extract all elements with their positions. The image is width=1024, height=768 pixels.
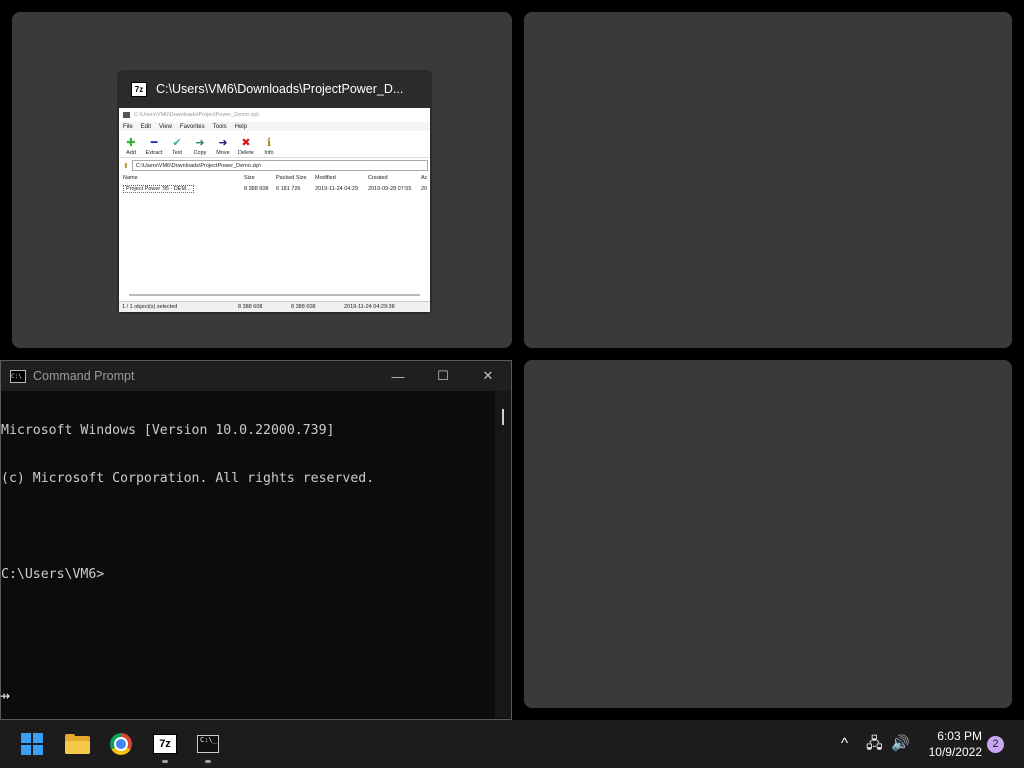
- volume-icon[interactable]: 🔊: [891, 734, 910, 754]
- 7zip-small-icon: [123, 112, 130, 118]
- cmd-vertical-scrollbar[interactable]: [495, 391, 511, 718]
- notification-badge[interactable]: 2: [987, 736, 1004, 753]
- snap-zone-bottom-right[interactable]: [524, 360, 1012, 708]
- taskbar-command-prompt[interactable]: C:\_: [192, 728, 224, 763]
- maximize-icon: ☐: [437, 368, 449, 383]
- running-indicator: [162, 760, 168, 763]
- preview-title: C:\Users\VM6\Downloads\ProjectPower_Demo…: [119, 108, 430, 122]
- cmd-icon: C:\: [10, 369, 26, 383]
- console-output[interactable]: Microsoft Windows [Version 10.0.22000.73…: [1, 391, 495, 718]
- menu-edit: Edit: [140, 123, 152, 130]
- plus-icon: ✚: [126, 137, 136, 149]
- thumbnail-preview: C:\Users\VM6\Downloads\ProjectPower_Demo…: [119, 108, 430, 312]
- taskbar-chrome[interactable]: [105, 728, 137, 760]
- minimize-button[interactable]: —: [375, 361, 421, 391]
- minus-icon: ━: [150, 137, 158, 149]
- preview-address-bar: ⬆ C:\Users\VM6\Downloads\ProjectPower_De…: [119, 160, 430, 171]
- menu-favorites: Favorites: [179, 123, 205, 130]
- network-icon[interactable]: 🖧: [866, 734, 883, 754]
- preview-column-headers: Name Size Packed Size Modified Created A…: [123, 175, 428, 181]
- move-arrow-icon: ➜: [218, 137, 228, 149]
- windows-logo-icon: [21, 733, 43, 755]
- clock-time: 6:03 PM: [937, 729, 982, 743]
- check-icon: ✔: [172, 137, 182, 149]
- preview-horizontal-scrollbar: [129, 294, 420, 296]
- taskbar-7zip[interactable]: 7z: [149, 728, 181, 763]
- menu-tools: Tools: [212, 123, 227, 130]
- cmd-title: Command Prompt: [33, 369, 135, 383]
- preview-toolbar: ✚ Add ━ Extract ✔ Test ➜ Copy ➜ Move ✖ D…: [119, 131, 430, 158]
- 7zip-icon: 7z: [153, 734, 177, 754]
- menu-view: View: [159, 123, 172, 130]
- menu-file: File: [123, 123, 133, 130]
- close-icon: ✕: [482, 368, 494, 383]
- toolbar-copy: ➜ Copy: [193, 137, 207, 156]
- toolbar-add: ✚ Add: [126, 137, 136, 156]
- info-icon: ℹ: [266, 137, 272, 149]
- toolbar-extract: ━ Extract: [145, 137, 163, 156]
- start-button[interactable]: [16, 728, 48, 760]
- scrollbar-thumb[interactable]: [502, 409, 504, 425]
- chrome-icon: [110, 733, 132, 755]
- table-row: Project Power '95 - DEM... 8 388 608 6 1…: [119, 183, 430, 194]
- taskbar: 7z C:\_ ^ 🖧 🔊 6:03 PM 10/9/2022 2: [0, 720, 1024, 768]
- 7zip-icon: 7z: [131, 81, 147, 97]
- thumbnail-title: C:\Users\VM6\Downloads\ProjectPower_D...: [156, 82, 404, 96]
- resize-cursor-icon: ⇸: [0, 689, 11, 703]
- command-prompt-window[interactable]: C:\ Command Prompt — ☐ ✕ Microsoft Windo…: [0, 360, 512, 720]
- clock-date: 10/9/2022: [928, 745, 982, 759]
- chevron-up-icon[interactable]: ^: [841, 734, 848, 754]
- copy-arrow-icon: ➜: [195, 137, 205, 149]
- toolbar-info: ℹ Info: [264, 137, 274, 156]
- preview-menu: File Edit View Favorites Tools Help: [119, 122, 430, 131]
- console-line: Microsoft Windows [Version 10.0.22000.73…: [1, 423, 335, 438]
- delete-x-icon: ✖: [241, 137, 251, 149]
- snap-zone-top-left: 7z C:\Users\VM6\Downloads\ProjectPower_D…: [12, 12, 512, 348]
- toolbar-delete: ✖ Delete: [238, 137, 254, 156]
- folder-icon: [64, 734, 90, 754]
- maximize-button[interactable]: ☐: [420, 361, 466, 391]
- snap-zone-top-right[interactable]: [524, 12, 1012, 348]
- minimize-icon: —: [391, 368, 405, 384]
- snap-assist-thumbnail-7zip[interactable]: 7z C:\Users\VM6\Downloads\ProjectPower_D…: [117, 70, 432, 314]
- toolbar-move: ➜ Move: [216, 137, 230, 156]
- running-indicator: [205, 760, 211, 763]
- preview-status-bar: 1 / 1 object(s) selected 8 388 608 8 388…: [119, 301, 430, 312]
- taskbar-file-explorer[interactable]: [61, 728, 93, 760]
- terminal-icon: C:\_: [197, 735, 219, 753]
- console-prompt: C:\Users\VM6>: [1, 567, 105, 582]
- thumbnail-title-bar: 7z C:\Users\VM6\Downloads\ProjectPower_D…: [117, 70, 432, 108]
- menu-help: Help: [234, 123, 247, 130]
- up-folder-icon: ⬆: [123, 162, 129, 170]
- address-text: C:\Users\VM6\Downloads\ProjectPower_Demo…: [135, 162, 261, 169]
- cmd-title-bar[interactable]: C:\ Command Prompt — ☐ ✕: [1, 361, 511, 391]
- close-button[interactable]: ✕: [465, 361, 511, 391]
- toolbar-test: ✔ Test: [171, 137, 183, 156]
- console-line: (c) Microsoft Corporation. All rights re…: [1, 471, 375, 486]
- taskbar-clock[interactable]: 6:03 PM 10/9/2022: [916, 728, 982, 760]
